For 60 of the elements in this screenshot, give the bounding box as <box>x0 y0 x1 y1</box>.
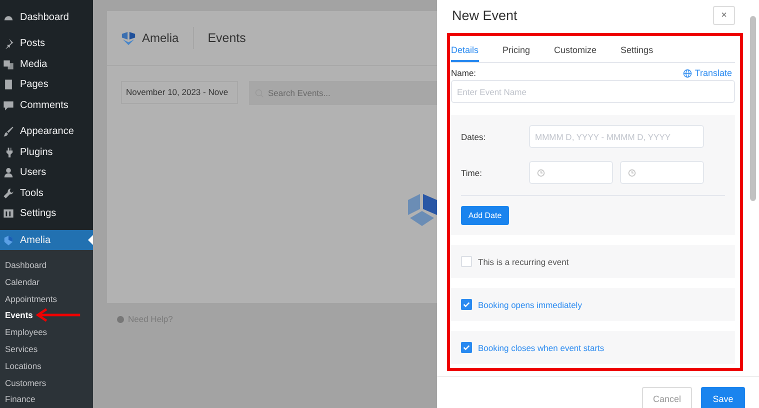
menu-item[interactable]: Posts <box>0 34 93 54</box>
menu-item[interactable]: Media <box>0 54 93 74</box>
name-label: Name: <box>451 68 476 78</box>
comment-icon <box>3 100 14 111</box>
cube-logo-icon <box>121 30 136 46</box>
help-icon <box>117 316 124 322</box>
pin-icon <box>3 38 14 50</box>
cube-icon <box>3 234 14 246</box>
globe-icon <box>682 68 692 78</box>
tab[interactable]: Settings <box>620 45 654 62</box>
submenu-item[interactable]: Services <box>0 340 93 358</box>
wrench-icon <box>3 188 14 199</box>
clock-icon <box>628 168 636 176</box>
loading-logo-icon <box>407 193 437 227</box>
menu-item[interactable]: Plugins <box>0 142 93 162</box>
save-button[interactable]: Save <box>701 387 745 408</box>
checkbox[interactable] <box>461 299 472 310</box>
menu-item[interactable]: Amelia <box>0 230 93 250</box>
option-label: Booking closes when event starts <box>478 342 604 352</box>
date-range-field[interactable]: November 10, 2023 - Nove <box>121 81 238 104</box>
start-time-field[interactable] <box>529 161 613 184</box>
submenu-item[interactable]: Appointments <box>0 290 93 308</box>
add-date-button[interactable]: Add Date <box>461 206 509 225</box>
submenu-item[interactable]: Events <box>0 307 93 324</box>
menu-item[interactable]: Appearance <box>0 122 93 142</box>
page-title: Events <box>208 31 246 45</box>
tab[interactable]: Pricing <box>502 45 530 62</box>
settings-icon <box>3 208 14 220</box>
submenu-item[interactable]: Finance <box>0 391 93 408</box>
user-icon <box>3 167 14 178</box>
menu-item[interactable]: Pages <box>0 74 93 95</box>
dialog-title: New Event <box>452 8 518 22</box>
pages-icon <box>3 79 14 90</box>
time-label: Time: <box>461 168 483 178</box>
menu-item[interactable]: Tools <box>0 183 93 204</box>
event-name-field[interactable]: Enter Event Name <box>451 80 735 103</box>
menu-item[interactable]: Comments <box>0 95 93 116</box>
tab[interactable]: Customize <box>554 45 597 62</box>
date-range-field[interactable]: MMMM D, YYYY - MMMM D, YYYY <box>529 125 704 148</box>
menu-item[interactable]: Users <box>0 162 93 183</box>
submenu-item[interactable]: Employees <box>0 324 93 341</box>
annotation-arrow <box>34 308 82 322</box>
brand-name: Amelia <box>142 31 179 45</box>
submenu-item[interactable]: Calendar <box>0 274 93 291</box>
option-label: This is a recurring event <box>478 256 569 266</box>
dates-label: Dates: <box>461 132 487 142</box>
end-time-field[interactable] <box>620 161 704 184</box>
checkbox[interactable] <box>461 342 472 353</box>
media-icon <box>3 58 14 70</box>
option-label: Booking opens immediately <box>478 300 582 310</box>
menu-item[interactable]: Dashboard <box>0 7 93 28</box>
brush-icon <box>3 126 14 138</box>
tab[interactable]: Details <box>451 45 479 62</box>
submenu-item[interactable]: Dashboard <box>0 257 93 274</box>
menu-item[interactable]: Settings <box>0 204 93 224</box>
close-button[interactable]: × <box>713 6 735 24</box>
submenu-item[interactable]: Customers <box>0 374 93 392</box>
translate-link[interactable]: Translate <box>694 68 732 78</box>
clock-icon <box>537 168 545 176</box>
submenu-item[interactable]: Locations <box>0 358 93 375</box>
